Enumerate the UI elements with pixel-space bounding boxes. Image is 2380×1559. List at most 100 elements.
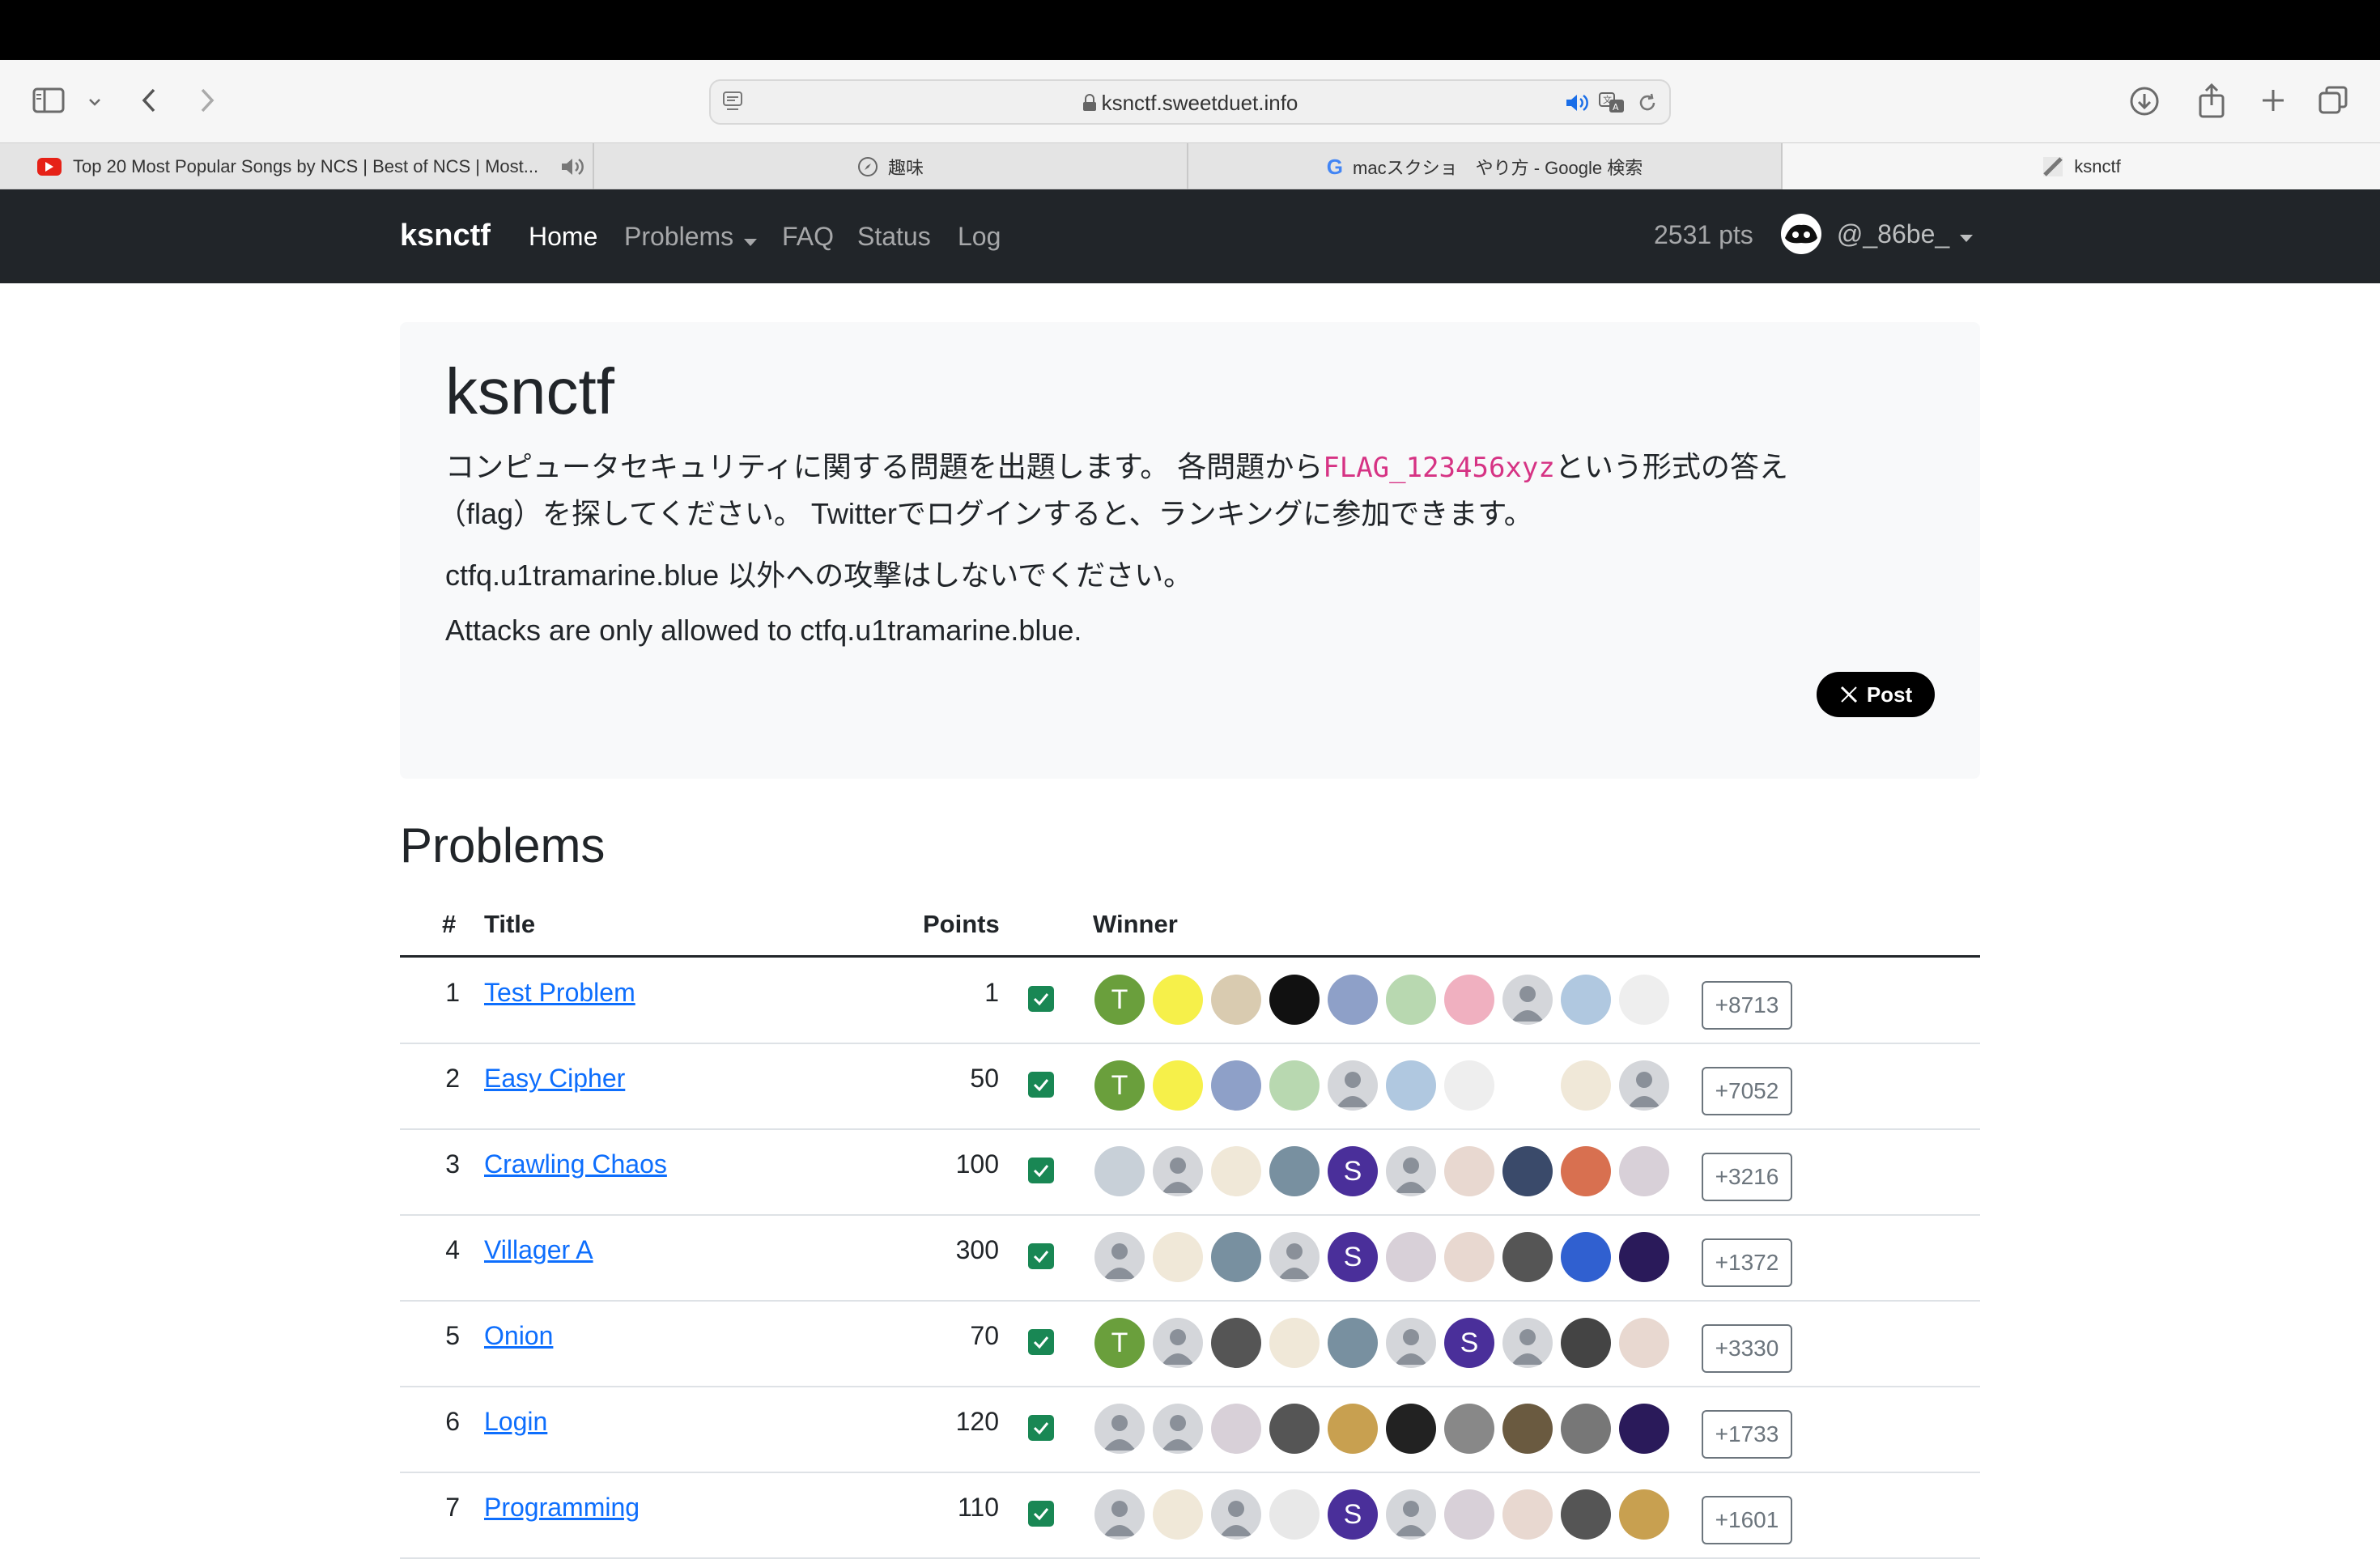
winner-avatar[interactable]	[1619, 1318, 1669, 1368]
more-winners-button[interactable]: +1601	[1702, 1496, 1792, 1544]
winner-avatar[interactable]	[1619, 1404, 1669, 1454]
winner-avatar[interactable]	[1153, 1232, 1203, 1282]
winner-avatar[interactable]	[1269, 975, 1320, 1025]
winner-avatar[interactable]	[1269, 1146, 1320, 1196]
winner-avatar[interactable]	[1386, 1404, 1436, 1454]
tab-shumi[interactable]: 趣味	[594, 143, 1188, 190]
tab-ncs[interactable]: Top 20 Most Popular Songs by NCS | Best …	[0, 143, 594, 190]
x-post-button[interactable]: Post	[1817, 672, 1935, 717]
winner-avatar[interactable]	[1153, 1404, 1203, 1454]
more-winners-button[interactable]: +3216	[1702, 1153, 1792, 1201]
problem-title-link[interactable]: Login	[484, 1407, 547, 1437]
winner-avatar[interactable]	[1094, 1489, 1145, 1540]
new-tab-icon[interactable]	[2257, 84, 2289, 117]
winner-avatar[interactable]	[1561, 975, 1611, 1025]
winner-avatar[interactable]: S	[1328, 1146, 1378, 1196]
more-winners-button[interactable]: +1372	[1702, 1238, 1792, 1287]
winner-avatar[interactable]	[1153, 1060, 1203, 1111]
winner-avatar[interactable]	[1502, 975, 1553, 1025]
sidebar-icon[interactable]	[31, 84, 66, 117]
winner-avatar[interactable]	[1328, 1060, 1378, 1111]
back-icon[interactable]	[133, 84, 165, 117]
tab-ksnctf[interactable]: ksnctf	[1783, 143, 2380, 190]
winner-avatar[interactable]	[1386, 1489, 1436, 1540]
nav-faq[interactable]: FAQ	[782, 222, 834, 252]
winner-avatar[interactable]	[1502, 1318, 1553, 1368]
tab-overview-icon[interactable]	[2315, 83, 2351, 118]
winner-avatar[interactable]	[1153, 975, 1203, 1025]
problem-title-link[interactable]: Villager A	[484, 1235, 593, 1265]
winner-avatar[interactable]	[1561, 1489, 1611, 1540]
winner-avatar[interactable]	[1328, 1404, 1378, 1454]
winner-avatar[interactable]	[1502, 1146, 1553, 1196]
address-bar[interactable]: ksnctf.sweetduet.info 文A	[709, 79, 1671, 125]
winner-avatar[interactable]	[1386, 1232, 1436, 1282]
winner-avatar[interactable]	[1444, 1146, 1494, 1196]
winner-avatar[interactable]	[1561, 1146, 1611, 1196]
winner-avatar[interactable]	[1502, 1404, 1553, 1454]
reload-icon[interactable]	[1635, 91, 1660, 115]
winner-avatar[interactable]	[1094, 1404, 1145, 1454]
winner-avatar[interactable]: T	[1094, 1060, 1145, 1111]
winner-avatar[interactable]	[1386, 1146, 1436, 1196]
more-winners-button[interactable]: +7052	[1702, 1067, 1792, 1115]
winner-avatar[interactable]	[1269, 1489, 1320, 1540]
winner-avatar[interactable]	[1211, 1489, 1261, 1540]
nav-status[interactable]: Status	[857, 222, 931, 252]
winner-avatar[interactable]	[1444, 1232, 1494, 1282]
winner-avatar[interactable]	[1211, 1232, 1261, 1282]
winner-avatar[interactable]	[1619, 1232, 1669, 1282]
winner-avatar[interactable]	[1502, 1489, 1553, 1540]
winner-avatar[interactable]	[1444, 975, 1494, 1025]
winner-avatar[interactable]	[1211, 1404, 1261, 1454]
winner-avatar[interactable]: T	[1094, 975, 1145, 1025]
winner-avatar[interactable]	[1444, 1404, 1494, 1454]
nav-log[interactable]: Log	[958, 222, 1001, 252]
audio-playing-icon[interactable]	[560, 156, 584, 182]
more-winners-button[interactable]: +3330	[1702, 1324, 1792, 1373]
winner-avatar[interactable]	[1328, 975, 1378, 1025]
problem-title-link[interactable]: Programming	[484, 1493, 640, 1523]
winner-avatar[interactable]: T	[1094, 1318, 1145, 1368]
winner-avatar[interactable]	[1211, 1146, 1261, 1196]
winner-avatar[interactable]	[1619, 975, 1669, 1025]
forward-icon[interactable]	[191, 84, 223, 117]
winner-avatar[interactable]	[1444, 1060, 1494, 1111]
winner-avatar[interactable]	[1386, 1060, 1436, 1111]
winner-avatar[interactable]	[1619, 1489, 1669, 1540]
problem-title-link[interactable]: Crawling Chaos	[484, 1149, 667, 1179]
nav-home[interactable]: Home	[529, 222, 597, 252]
winner-avatar[interactable]	[1444, 1489, 1494, 1540]
winner-avatar[interactable]	[1153, 1318, 1203, 1368]
winner-avatar[interactable]: S	[1328, 1232, 1378, 1282]
winner-avatar[interactable]: S	[1328, 1489, 1378, 1540]
more-winners-button[interactable]: +8713	[1702, 981, 1792, 1030]
winner-avatar[interactable]	[1153, 1146, 1203, 1196]
winner-avatar[interactable]	[1269, 1232, 1320, 1282]
share-icon[interactable]	[2195, 81, 2228, 120]
user-menu[interactable]: @_86be_	[1781, 214, 1974, 254]
problem-title-link[interactable]: Test Problem	[484, 978, 635, 1008]
winner-avatar[interactable]	[1561, 1060, 1611, 1111]
nav-problems[interactable]: Problems	[624, 222, 758, 253]
winner-avatar[interactable]	[1211, 1318, 1261, 1368]
more-winners-button[interactable]: +1733	[1702, 1410, 1792, 1459]
winner-avatar[interactable]	[1269, 1318, 1320, 1368]
problem-title-link[interactable]: Onion	[484, 1321, 553, 1351]
winner-avatar[interactable]	[1619, 1060, 1669, 1111]
winner-avatar[interactable]	[1094, 1232, 1145, 1282]
winner-avatar[interactable]	[1561, 1232, 1611, 1282]
winner-avatar[interactable]	[1094, 1146, 1145, 1196]
winner-avatar[interactable]	[1561, 1318, 1611, 1368]
problem-title-link[interactable]: Easy Cipher	[484, 1064, 625, 1094]
winner-avatar[interactable]	[1328, 1318, 1378, 1368]
navbar-brand[interactable]: ksnctf	[400, 219, 491, 253]
winner-avatar[interactable]	[1561, 1404, 1611, 1454]
winner-avatar[interactable]	[1386, 1318, 1436, 1368]
winner-avatar[interactable]	[1502, 1232, 1553, 1282]
tab-google[interactable]: G macスクショ やり方 - Google 検索	[1188, 143, 1783, 190]
winner-avatar[interactable]	[1269, 1060, 1320, 1111]
winner-avatar[interactable]	[1269, 1404, 1320, 1454]
winner-avatar[interactable]	[1211, 1060, 1261, 1111]
winner-avatar[interactable]	[1619, 1146, 1669, 1196]
